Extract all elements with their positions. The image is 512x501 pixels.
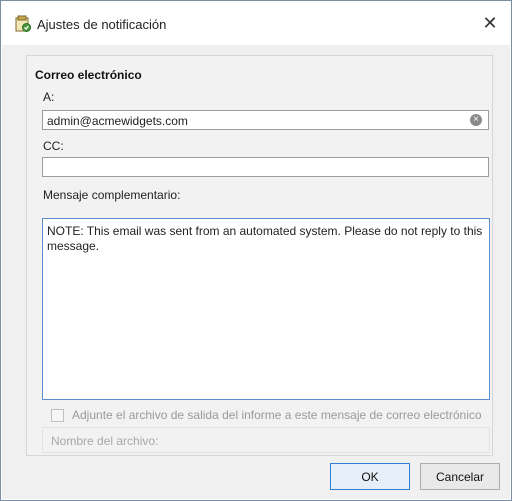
- cc-label: CC:: [43, 139, 64, 153]
- cancel-button[interactable]: Cancelar: [420, 463, 500, 490]
- filename-label: Nombre del archivo:: [51, 434, 159, 448]
- dialog-window: Ajustes de notificación ✕ Correo electró…: [0, 0, 512, 501]
- to-field[interactable]: admin@acmewidgets.com ×: [42, 110, 489, 130]
- message-label: Mensaje complementario:: [43, 188, 181, 202]
- close-button[interactable]: ✕: [475, 9, 505, 37]
- dialog-content: Correo electrónico A: admin@acmewidgets.…: [2, 45, 510, 499]
- ok-button[interactable]: OK: [330, 463, 410, 490]
- section-title: Correo electrónico: [35, 68, 142, 82]
- clear-icon[interactable]: ×: [470, 114, 482, 126]
- message-value: NOTE: This email was sent from an automa…: [47, 224, 483, 253]
- message-textarea[interactable]: NOTE: This email was sent from an automa…: [42, 218, 490, 400]
- filename-field: Nombre del archivo:: [42, 427, 490, 453]
- attach-checkbox[interactable]: [51, 408, 64, 422]
- email-panel: Correo electrónico A: admin@acmewidgets.…: [26, 55, 493, 456]
- to-value: admin@acmewidgets.com: [47, 114, 188, 128]
- to-label: A:: [43, 90, 55, 104]
- close-icon: ✕: [482, 12, 498, 33]
- cc-field[interactable]: [42, 157, 489, 177]
- notification-settings-icon: [15, 15, 31, 32]
- attach-label: Adjunte el archivo de salida del informe…: [72, 408, 482, 422]
- title-bar: Ajustes de notificación ✕: [1, 1, 511, 45]
- attach-row: Adjunte el archivo de salida del informe…: [51, 408, 482, 422]
- window-title: Ajustes de notificación: [37, 17, 167, 32]
